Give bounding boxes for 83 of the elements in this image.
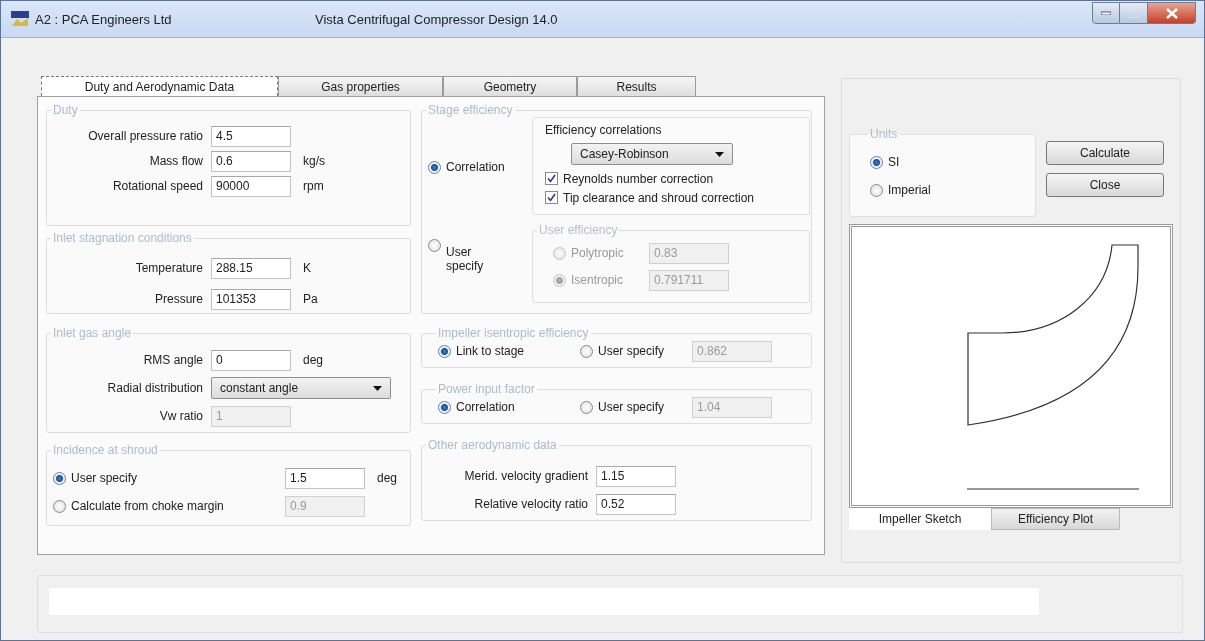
field-label: Temperature bbox=[134, 261, 203, 275]
caret-icon bbox=[373, 385, 382, 391]
text-field[interactable]: 0 bbox=[211, 349, 291, 371]
field-label: Vw ratio bbox=[158, 409, 203, 423]
checkbox[interactable] bbox=[545, 191, 558, 204]
field-label: Merid. velocity gradient bbox=[463, 469, 588, 483]
radio-label: Calculate from choke margin bbox=[71, 499, 224, 513]
text-field[interactable]: 1.5 bbox=[285, 467, 365, 489]
radio-button[interactable] bbox=[580, 400, 593, 414]
text-field[interactable]: 101353 bbox=[211, 288, 291, 310]
radio-button[interactable] bbox=[580, 344, 593, 358]
radio-label: Correlation bbox=[446, 160, 505, 174]
radio-label: Polytropic bbox=[571, 246, 624, 260]
unit-label: deg bbox=[377, 471, 398, 485]
window-title: A2 : PCA Engineers Ltd bbox=[35, 11, 173, 27]
maximize-icon bbox=[1128, 8, 1139, 18]
radio-button[interactable] bbox=[428, 160, 441, 174]
group-title: Units bbox=[869, 127, 899, 141]
field-label: Mass flow bbox=[148, 154, 203, 168]
tab[interactable]: Gas properties bbox=[278, 76, 443, 96]
minimize-button[interactable] bbox=[1092, 2, 1120, 24]
window-title: Vista Centrifugal Compressor Design 14.0 bbox=[315, 11, 558, 27]
close-icon bbox=[1165, 7, 1178, 19]
radio-label: User specify bbox=[71, 471, 138, 485]
text-field[interactable]: 90000 bbox=[211, 175, 291, 197]
radio-button[interactable] bbox=[53, 499, 66, 513]
radio-button[interactable] bbox=[428, 239, 441, 252]
text-field[interactable]: 0.6 bbox=[211, 150, 291, 172]
app-icon bbox=[11, 11, 29, 27]
text-field[interactable]: 288.15 bbox=[211, 257, 291, 279]
unit-label: Pa bbox=[303, 292, 318, 306]
text-field[interactable]: 4.5 bbox=[211, 125, 291, 147]
radio-button[interactable] bbox=[53, 471, 66, 485]
tab[interactable]: Duty and Aerodynamic Data bbox=[41, 76, 278, 96]
button[interactable]: Close bbox=[1046, 173, 1164, 197]
radio-label: Link to stage bbox=[456, 344, 525, 358]
minimize-icon bbox=[1101, 11, 1111, 15]
caret-icon bbox=[715, 151, 724, 157]
field-label: Overall pressure ratio bbox=[87, 129, 203, 143]
group-title: Inlet stagnation conditions bbox=[52, 231, 193, 245]
text-field[interactable]: 0.52 bbox=[596, 493, 676, 515]
unit-label: kg/s bbox=[303, 154, 325, 168]
radio-button[interactable] bbox=[870, 155, 883, 169]
group-title: Duty bbox=[52, 103, 79, 117]
radio-label: User specify bbox=[598, 344, 665, 358]
group-title: Power input factor bbox=[437, 382, 536, 396]
text-field[interactable]: 1.15 bbox=[596, 465, 676, 487]
radio-label: Imperial bbox=[888, 183, 931, 197]
checkbox-label: Tip clearance and shroud correction bbox=[563, 190, 754, 205]
radio-button[interactable] bbox=[870, 183, 883, 197]
dropdown[interactable]: constant angle bbox=[211, 377, 391, 399]
radio-label: SI bbox=[888, 155, 900, 169]
checkbox[interactable] bbox=[545, 172, 558, 185]
dropdown[interactable]: Casey-Robinson bbox=[571, 143, 733, 165]
tab[interactable]: Impeller Sketch bbox=[849, 508, 991, 530]
close-button[interactable] bbox=[1148, 2, 1196, 24]
tab[interactable]: Efficiency Plot bbox=[991, 508, 1120, 530]
tab[interactable]: Geometry bbox=[443, 76, 577, 96]
tab[interactable]: Results bbox=[577, 76, 696, 96]
radio-button[interactable] bbox=[438, 344, 451, 358]
unit-label: rpm bbox=[303, 179, 324, 193]
unit-label: deg bbox=[303, 353, 324, 367]
field-label: RMS angle bbox=[142, 353, 203, 367]
field-label: Pressure bbox=[153, 292, 203, 306]
unit-label: K bbox=[303, 261, 311, 275]
group-title: Inlet gas angle bbox=[52, 326, 133, 340]
field-label: Rotational speed bbox=[111, 179, 203, 193]
field-label: Radial distribution bbox=[106, 381, 203, 395]
checkbox-label: Reynolds number correction bbox=[563, 171, 714, 186]
maximize-button[interactable] bbox=[1120, 2, 1148, 24]
group-title: Stage efficiency bbox=[427, 103, 514, 117]
radio-label: Correlation bbox=[456, 400, 515, 414]
radio-button[interactable] bbox=[438, 400, 451, 414]
field-label: Relative velocity ratio bbox=[473, 497, 588, 511]
group-title: User efficiency bbox=[538, 223, 619, 237]
group-title: Impeller isentropic efficiency bbox=[437, 326, 590, 340]
group-title: Other aerodynamic data bbox=[427, 438, 558, 452]
radio-label: User specify bbox=[598, 400, 665, 414]
button[interactable]: Calculate bbox=[1046, 141, 1164, 165]
group-title: Incidence at shroud bbox=[52, 443, 159, 457]
group-title: Efficiency correlations bbox=[545, 123, 663, 137]
radio-label: Isentropic bbox=[571, 273, 624, 287]
radio-label: User specify bbox=[446, 245, 485, 273]
